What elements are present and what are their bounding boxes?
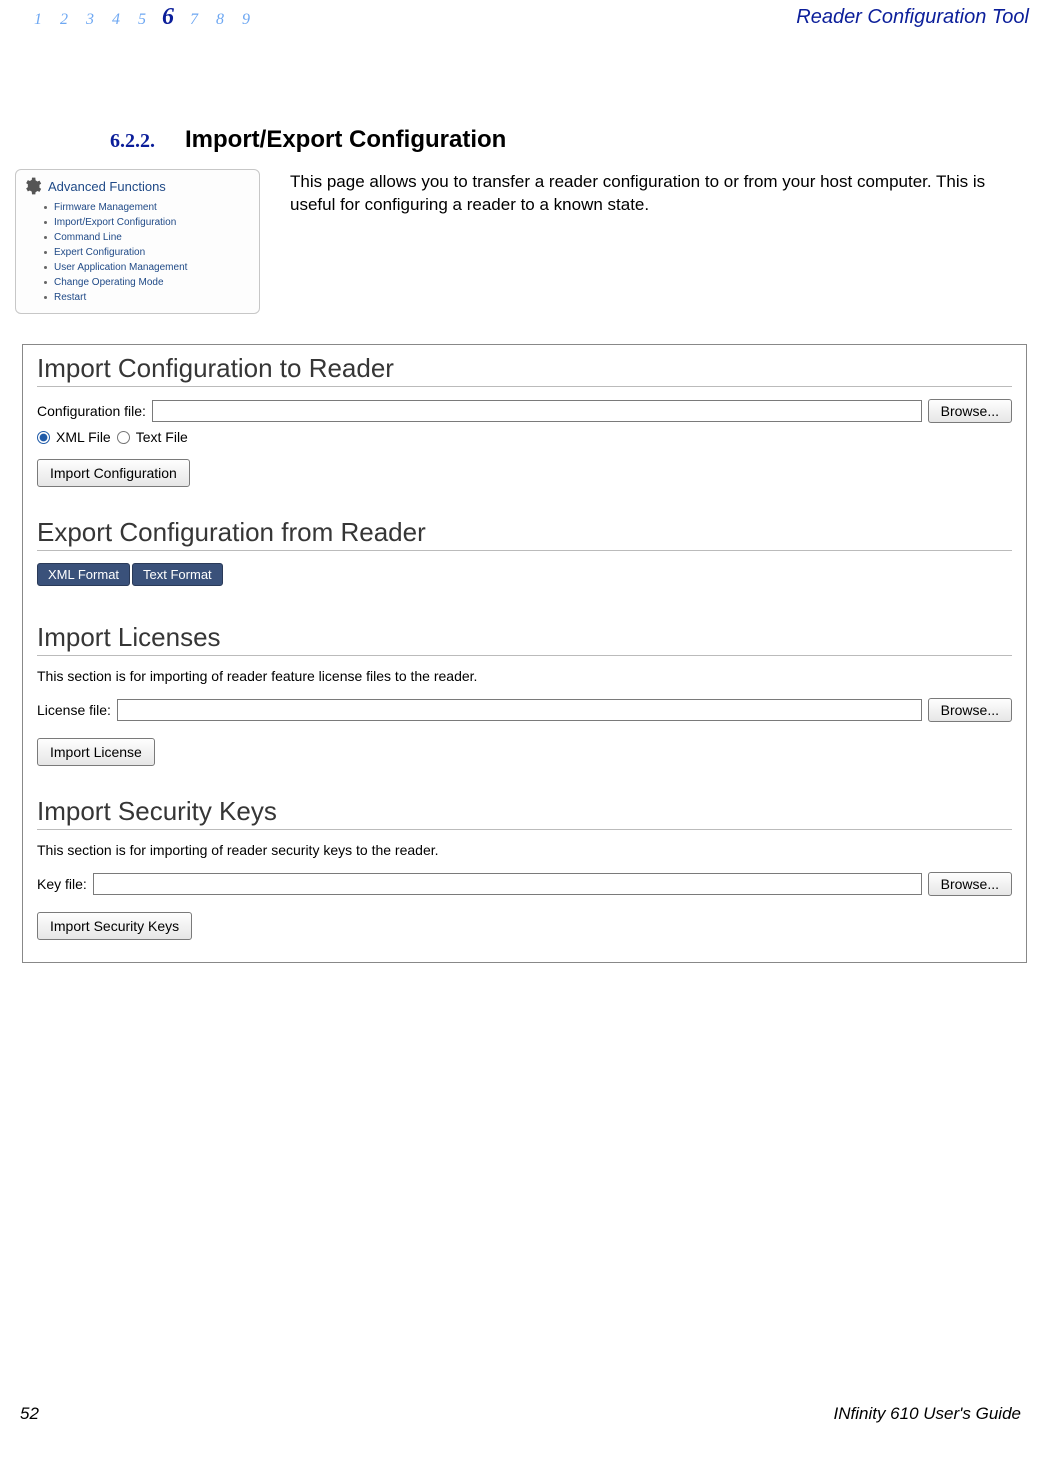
xml-file-radio[interactable] xyxy=(37,431,50,444)
import-license-button[interactable]: Import License xyxy=(37,738,155,766)
advanced-functions-title: Advanced Functions xyxy=(48,179,166,194)
adv-item-change-mode[interactable]: Change Operating Mode xyxy=(54,275,249,290)
section-title: Import/Export Configuration xyxy=(185,126,506,154)
config-panel: Import Configuration to Reader Configura… xyxy=(22,344,1027,963)
chapter-nav-item[interactable]: 3 xyxy=(80,11,100,29)
guide-title: INfinity 610 User's Guide xyxy=(833,1404,1021,1424)
adv-item-firmware[interactable]: Firmware Management xyxy=(54,200,249,215)
gear-icon xyxy=(22,176,42,196)
import-keys-button[interactable]: Import Security Keys xyxy=(37,912,192,940)
browse-config-button[interactable]: Browse... xyxy=(928,399,1012,423)
chapter-nav-item[interactable]: 9 xyxy=(236,11,256,29)
adv-item-user-app-mgmt[interactable]: User Application Management xyxy=(54,260,249,275)
section-number: 6.2.2. xyxy=(110,130,155,153)
key-file-label: Key file: xyxy=(37,876,87,892)
chapter-nav-item[interactable]: 7 xyxy=(184,11,204,29)
text-file-radio-label: Text File xyxy=(136,429,188,445)
chapter-nav-item[interactable]: 8 xyxy=(210,11,230,29)
import-licenses-desc: This section is for importing of reader … xyxy=(37,668,1012,684)
license-file-input[interactable] xyxy=(117,699,922,721)
header-title: Reader Configuration Tool xyxy=(796,6,1029,29)
chapter-nav-item[interactable]: 2 xyxy=(54,11,74,29)
adv-item-expert-config[interactable]: Expert Configuration xyxy=(54,245,249,260)
config-file-input[interactable] xyxy=(152,400,922,422)
chapter-nav-item[interactable]: 4 xyxy=(106,11,126,29)
text-format-tab[interactable]: Text Format xyxy=(132,563,223,586)
advanced-functions-panel: Advanced Functions Firmware Management I… xyxy=(15,169,260,314)
import-config-heading: Import Configuration to Reader xyxy=(37,353,1012,387)
chapter-nav-item[interactable]: 5 xyxy=(132,11,152,29)
adv-item-restart[interactable]: Restart xyxy=(54,290,249,305)
chapter-nav-item[interactable]: 1 xyxy=(28,11,48,29)
chapter-nav: 1 2 3 4 5 6 7 8 9 xyxy=(28,4,256,31)
license-file-label: License file: xyxy=(37,702,111,718)
browse-license-button[interactable]: Browse... xyxy=(928,698,1012,722)
adv-item-command-line[interactable]: Command Line xyxy=(54,230,249,245)
page-number: 52 xyxy=(20,1404,39,1424)
import-licenses-heading: Import Licenses xyxy=(37,622,1012,656)
xml-file-radio-label: XML File xyxy=(56,429,111,445)
export-config-heading: Export Configuration from Reader xyxy=(37,517,1012,551)
adv-item-import-export[interactable]: Import/Export Configuration xyxy=(54,215,249,230)
chapter-nav-item-active[interactable]: 6 xyxy=(158,4,178,31)
xml-format-tab[interactable]: XML Format xyxy=(37,563,130,586)
intro-paragraph: This page allows you to transfer a reade… xyxy=(290,171,1030,314)
import-keys-heading: Import Security Keys xyxy=(37,796,1012,830)
browse-key-button[interactable]: Browse... xyxy=(928,872,1012,896)
text-file-radio[interactable] xyxy=(117,431,130,444)
key-file-input[interactable] xyxy=(93,873,922,895)
import-keys-desc: This section is for importing of reader … xyxy=(37,842,1012,858)
config-file-label: Configuration file: xyxy=(37,403,146,419)
import-config-button[interactable]: Import Configuration xyxy=(37,459,190,487)
